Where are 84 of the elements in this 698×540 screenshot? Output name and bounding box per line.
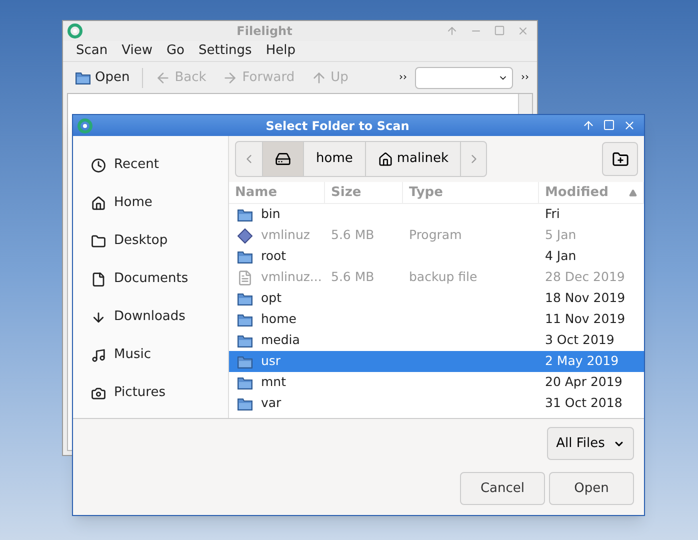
sidebar-item[interactable]: Documents <box>73 260 228 298</box>
menu-item[interactable]: Help <box>266 41 296 61</box>
sidebar-item[interactable]: Recent <box>73 146 228 184</box>
file-name: home <box>261 310 296 328</box>
pictures-icon <box>91 386 106 400</box>
sidebar-item[interactable]: Pictures <box>73 374 228 412</box>
file-row[interactable]: home 11 Nov 2019 <box>229 309 644 330</box>
file-date: 11 Nov 2019 <box>544 310 626 328</box>
file-date: Fri <box>544 205 561 224</box>
file-name: mnt <box>261 373 286 392</box>
file-date: 2 May 2019 <box>544 352 620 370</box>
combo-box[interactable] <box>415 66 513 88</box>
dialog-button[interactable]: Cancel <box>460 472 545 505</box>
folder-icon <box>237 334 253 348</box>
filter-dropdown[interactable]: All Files <box>547 427 634 460</box>
file-row[interactable]: usr 2 May 2019 <box>229 351 644 372</box>
diamond-icon <box>237 228 253 244</box>
app-logo-icon <box>77 118 93 134</box>
dialog-button[interactable]: Open <box>549 472 634 505</box>
folder-icon <box>237 312 253 326</box>
file-date: 18 Nov 2019 <box>544 289 626 308</box>
file-name: opt <box>261 289 282 308</box>
file-date: 31 Oct 2018 <box>544 394 624 412</box>
close-icon[interactable] <box>623 119 636 132</box>
menu-item[interactable]: View <box>122 41 152 61</box>
file-date: 20 Apr 2019 <box>544 373 624 392</box>
file-date: 4 Jan <box>544 247 578 266</box>
file-type: Program <box>408 226 463 244</box>
sidebar-item[interactable]: Home <box>73 184 228 222</box>
file-row[interactable]: var 31 Oct 2018 <box>229 393 644 414</box>
menu-item[interactable]: Go <box>166 41 184 61</box>
file-row[interactable]: opt 18 Nov 2019 <box>229 288 644 309</box>
file-name: root <box>261 247 286 266</box>
music-icon <box>91 348 106 362</box>
file-row[interactable]: media 3 Oct 2019 <box>229 330 644 351</box>
file-date: 28 Dec 2019 <box>544 268 626 286</box>
keep-above-icon[interactable] <box>582 119 595 132</box>
drive-icon <box>275 151 291 167</box>
sidebar-item[interactable]: Music <box>73 336 228 374</box>
folder-icon <box>237 292 253 306</box>
app-logo-icon <box>67 23 83 39</box>
file-name: vmlinuz <box>261 226 310 244</box>
file-name: var <box>261 394 282 412</box>
file-row[interactable]: bin Fri <box>229 204 644 225</box>
downloads-icon <box>91 310 106 324</box>
file-row[interactable]: root 4 Jan <box>229 246 644 267</box>
home-icon <box>91 196 106 210</box>
sidebar-item[interactable]: Desktop <box>73 222 228 260</box>
maximize-icon[interactable] <box>494 25 505 36</box>
file-name: bin <box>261 205 280 224</box>
file-size: 5.6 MB <box>330 268 376 286</box>
documents-icon <box>91 272 106 286</box>
menu-item[interactable]: Settings <box>198 41 252 61</box>
path-segment[interactable] <box>262 142 303 176</box>
file-size: 5.6 MB <box>330 226 376 244</box>
window-title: Select Folder to Scan <box>264 118 410 134</box>
file-name: vmlinuz... <box>261 268 322 286</box>
file-date: 3 Oct 2019 <box>544 331 616 350</box>
file-name: media <box>261 331 300 350</box>
file-row[interactable]: mnt 20 Apr 2019 <box>229 372 644 393</box>
new-folder-icon <box>612 150 628 168</box>
keep-above-icon[interactable] <box>446 25 458 37</box>
toolbar-button[interactable]: Open <box>71 68 134 88</box>
desktop-icon <box>91 234 106 248</box>
document-icon <box>237 270 253 286</box>
window-title: Filelight <box>236 23 294 40</box>
file-date: 5 Jan <box>544 226 578 244</box>
overflow-mark[interactable]: ›› <box>399 70 407 85</box>
file-name: usr <box>261 352 281 370</box>
sort-icon <box>629 188 637 196</box>
folder-icon <box>237 376 253 390</box>
overflow-mark[interactable]: ›› <box>521 70 529 85</box>
file-type: backup file <box>408 268 478 286</box>
folder-icon <box>237 354 253 368</box>
close-icon[interactable] <box>517 25 529 37</box>
sidebar-item[interactable]: Downloads <box>73 298 228 336</box>
new-folder-button[interactable] <box>602 142 638 176</box>
folder-icon <box>237 250 253 264</box>
menu-item[interactable]: Scan <box>76 41 108 61</box>
home-icon <box>378 152 393 166</box>
folder-icon <box>75 70 91 84</box>
folder-icon <box>237 396 253 410</box>
folder-icon <box>237 208 253 222</box>
recent-icon <box>91 158 106 172</box>
